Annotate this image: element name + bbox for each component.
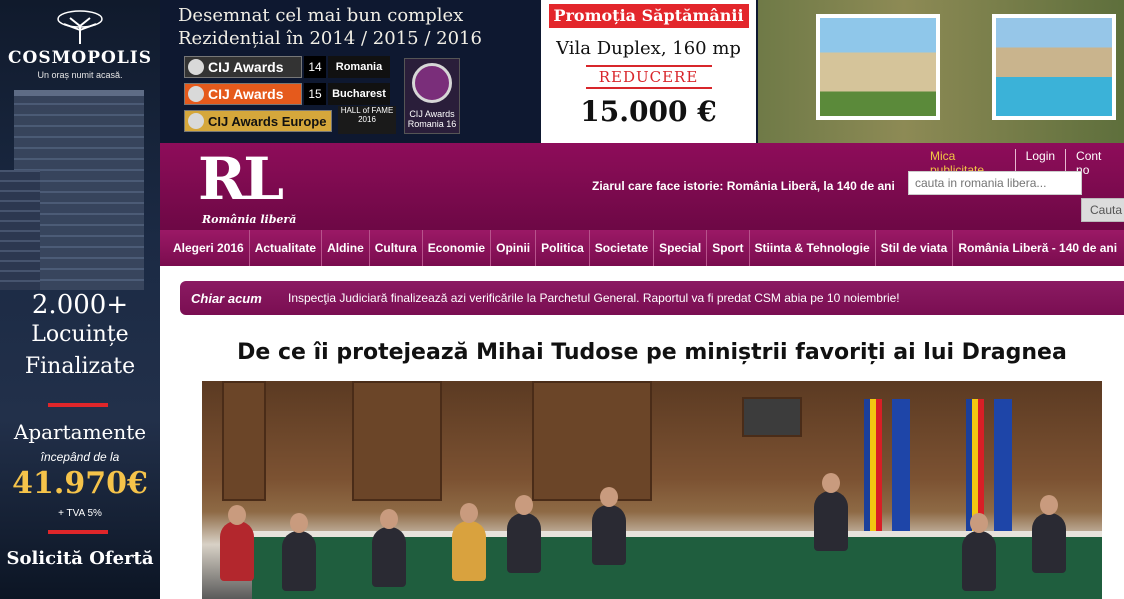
award-label: CIJ Awards [208,59,284,75]
person [282,531,316,591]
award-label: CIJ Awards [208,86,284,102]
award-badge: CIJ Awards [184,56,302,78]
nav-item-cultura[interactable]: Cultura [370,230,423,266]
award-place: Romania [328,56,390,78]
ad-line-2: Finalizate [24,354,136,379]
award-title: Desemnat cel mai bun complex Rezidențial… [178,4,518,50]
nav-item-aldine[interactable]: Aldine [322,230,370,266]
award-badge: CIJ Awards Europe [184,110,332,132]
nav-item-actualitate[interactable]: Actualitate [250,230,323,266]
nav-item-stiinta[interactable]: Stiinta & Tehnologie [750,230,876,266]
article-photo[interactable] [202,381,1102,599]
person-head [380,509,398,529]
ad-cta-button[interactable]: Solicită Ofertă [0,548,160,569]
person-head [228,505,246,525]
nav-item-stil[interactable]: Stil de viata [876,230,954,266]
promo-discount: REDUCERE [585,65,712,89]
promo-amount: 15.000 € [580,95,717,128]
flag [892,399,910,539]
wall-panel [222,381,266,501]
person [814,491,848,551]
site-tagline[interactable]: Ziarul care face istorie: România Liberă… [592,179,895,193]
ad-tva: + TVA 5% [58,508,102,519]
cij-logo-text: CIJ Awards Romania 16 [407,109,457,129]
breaking-text[interactable]: Inspecţia Judiciară finalizează azi veri… [288,291,900,305]
person-head [600,487,618,507]
award-row: CIJ Awards 15 Bucharest [184,83,390,105]
main-nav: Alegeri 2016 Actualitate Aldine Cultura … [160,230,1124,266]
nav-item-special[interactable]: Special [654,230,708,266]
promo-box[interactable]: Promoția Săptămânii Vila Duplex, 160 mp … [541,0,756,143]
award-row: CIJ Awards 14 Romania [184,56,390,78]
award-number: 14 [304,56,326,78]
person-head [970,513,988,533]
breaking-label: Chiar acum [191,290,262,306]
ad-photo-panel [758,0,1124,143]
wall-panel [352,381,442,501]
award-badge: CIJ Awards [184,83,302,105]
ad-line-1: Locuințe [31,322,129,347]
person [372,527,406,587]
award-title-line: Rezidențial în 2014 / 2015 / 2016 [178,28,482,49]
person [220,521,254,581]
person-head [822,473,840,493]
award-title-line: Desemnat cel mai bun complex [178,5,464,26]
nav-item-societate[interactable]: Societate [590,230,655,266]
person [962,531,996,591]
wall-panel [532,381,652,501]
hall-of-fame-badge: HALL of FAME 2016 [338,106,396,134]
ad-count: 2.000+ [31,290,129,320]
ad-divider [48,530,108,534]
award-icon [188,59,204,75]
search-input[interactable] [908,171,1082,195]
person-head [290,513,308,533]
ad-brand: COSMOPOLIS [7,48,153,68]
ad-tagline: Un oraș numit acasă. [37,70,123,80]
nav-item-opinii[interactable]: Opinii [491,230,537,266]
nav-item-politica[interactable]: Politica [536,230,590,266]
breaking-news-bar: Chiar acum Inspecţia Judiciară finalizea… [180,281,1124,315]
building-wing-image [0,170,40,290]
nav-item-sport[interactable]: Sport [707,230,750,266]
person [507,513,541,573]
flag [994,399,1012,539]
building-photo [816,14,940,120]
award-place: Bucharest [328,83,390,105]
ad-apartments: Apartamente [13,420,147,444]
ad-from: începând de la [40,450,120,464]
site-header: RL România liberă Ziarul care face istor… [160,143,1124,230]
site-logo-subtitle: România liberă [202,213,297,226]
person-head [515,495,533,515]
article-headline[interactable]: De ce îi protejează Mihai Tudose pe mini… [180,340,1124,365]
nav-item-140-ani[interactable]: România Liberă - 140 de ani [953,230,1122,266]
site-logo[interactable]: RL [198,145,284,213]
top-banner-ad[interactable]: Desemnat cel mai bun complex Rezidențial… [160,0,1124,143]
star-icon [412,63,452,103]
person-head [1040,495,1058,515]
flag [864,399,882,539]
nav-item-alegeri[interactable]: Alegeri 2016 [168,230,250,266]
ad-price: 41.970€ [12,466,148,501]
pool-photo [992,14,1116,120]
search-button[interactable]: Cauta [1081,198,1124,222]
nav-item-economie[interactable]: Economie [423,230,492,266]
award-row: CIJ Awards Europe [184,110,332,132]
award-icon [188,86,204,102]
person [592,505,626,565]
person [1032,513,1066,573]
person [452,521,486,581]
promo-header: Promoția Săptămânii [548,4,749,28]
award-number: 15 [304,83,326,105]
wall-screen [742,397,802,437]
cij-awards-logo: CIJ Awards Romania 16 [404,58,460,134]
person-head [460,503,478,523]
tree-logo-icon [57,10,103,44]
promo-name: Vila Duplex, 160 mp [556,38,741,59]
award-icon [188,113,204,129]
award-label: CIJ Awards Europe [208,113,327,129]
ad-divider [48,403,108,407]
left-skyscraper-ad[interactable]: COSMOPOLIS Un oraș numit acasă. 2.000+ L… [0,0,160,599]
